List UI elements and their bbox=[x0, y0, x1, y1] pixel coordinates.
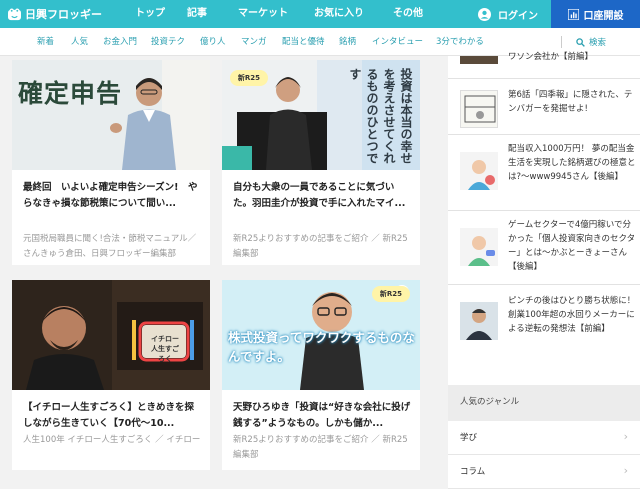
article-title[interactable]: 【イチロー人生すごろく】ときめきを探しながら生きていく【70代〜10... bbox=[23, 400, 203, 432]
top-nav-bar: 日興フロッギー トップ 記事 マーケット お気に入り その他 bbox=[0, 0, 640, 28]
divider bbox=[448, 210, 640, 211]
ranking-item-text: 配当収入1000万円！ 夢の配当金生活を実現した銘柄選びの極意とは?〜www99… bbox=[508, 144, 636, 182]
cat-dividend[interactable]: 配当と優待 bbox=[282, 28, 325, 56]
genre-label: 学び bbox=[460, 433, 478, 443]
article-thumbnail bbox=[460, 56, 498, 64]
article-thumbnail bbox=[460, 228, 498, 266]
article-thumbnail bbox=[460, 302, 498, 340]
nav-market[interactable]: マーケット bbox=[222, 0, 304, 28]
cat-money-intro[interactable]: お金入門 bbox=[103, 28, 137, 56]
ranking-item-text: ワソン会社か【前編】 bbox=[508, 52, 594, 62]
cat-stocks[interactable]: 銘柄 bbox=[339, 28, 356, 56]
login-label: ログイン bbox=[498, 10, 538, 22]
article-meta: 新R25よりおすすめの記事をご紹介 ／ 新R25編集部 bbox=[233, 234, 408, 259]
nav-divider bbox=[561, 36, 562, 48]
ranking-item[interactable]: ピンチの後はひとり勝ち状態に！ 創業100年超の水回りメーカーによる逆転の発想法… bbox=[448, 290, 640, 352]
ranking-item[interactable]: 第6話「四季報」に隠された、テンバガーを発掘せよ! bbox=[448, 84, 640, 144]
nav-favorites[interactable]: お気に入り bbox=[304, 0, 374, 28]
article-thumbnail: 新R25 株式投資ってワクワクするものなんですよ。 bbox=[222, 280, 420, 390]
cat-invest-tech[interactable]: 投資テク bbox=[151, 28, 185, 56]
article-meta: 人生100年 イチロー人生すごろく ／ イチロー bbox=[23, 435, 201, 445]
article-title[interactable]: 最終回 いよいよ確定申告シーズン! やらなきゃ損な節税策について間い... bbox=[23, 180, 203, 212]
frog-logo-icon bbox=[8, 8, 21, 20]
cat-manga[interactable]: マンガ bbox=[241, 28, 267, 56]
genre-section-header: 人気のジャンル bbox=[448, 385, 640, 421]
article-thumbnail: 新R25 投資は本当の幸せを考えさせてくれるもののひとつです bbox=[222, 60, 420, 170]
divider bbox=[448, 78, 640, 79]
cat-interview[interactable]: インタビュー bbox=[372, 28, 423, 56]
cat-3min[interactable]: 3分でわかる bbox=[436, 28, 484, 56]
cat-popular[interactable]: 人気 bbox=[71, 28, 88, 56]
new-r25-badge: 新R25 bbox=[230, 70, 268, 86]
ranking-item-text: ピンチの後はひとり勝ち状態に！ 創業100年超の水回りメーカーによる逆転の発想法… bbox=[508, 296, 636, 334]
open-account-button[interactable]: 口座開設 bbox=[551, 0, 640, 28]
article-thumbnail bbox=[460, 152, 498, 190]
account-label: 口座開設 bbox=[583, 10, 624, 22]
thumbnail-caption: イチロー人生すごろく bbox=[151, 335, 179, 363]
divider bbox=[448, 134, 640, 135]
chevron-right-icon: › bbox=[623, 464, 628, 477]
genre-item-column[interactable]: コラム › bbox=[448, 455, 640, 489]
article-meta: 元国税局職員に聞く!合法・節税マニュアル／さんきゅう倉田、日興フロッギー編集部 bbox=[23, 234, 197, 259]
thumbnail-caption: 投資は本当の幸せを考えさせてくれるもののひとつです bbox=[348, 68, 413, 164]
article-meta: 新R25よりおすすめの記事をご紹介 ／ 新R25編集部 bbox=[233, 435, 408, 460]
ranking-item[interactable]: ワソン会社か【前編】 bbox=[448, 52, 640, 74]
main-nav: トップ 記事 マーケット お気に入り その他 bbox=[128, 0, 442, 28]
cat-millionaire[interactable]: 億り人 bbox=[200, 28, 226, 56]
search-label: 検索 bbox=[589, 38, 607, 48]
article-card[interactable]: 新R25 投資は本当の幸せを考えさせてくれるもののひとつです 自分も大衆の一員で… bbox=[222, 60, 420, 265]
search-icon bbox=[576, 37, 585, 47]
nav-articles[interactable]: 記事 bbox=[172, 0, 222, 28]
article-card[interactable]: イチロー人生すごろく 【イチロー人生すごろく】ときめきを探しながら生きていく【7… bbox=[12, 280, 210, 470]
logo-text: 日興フロッギー bbox=[25, 8, 102, 21]
chart-bar-icon bbox=[567, 8, 579, 20]
ranking-item-text: ゲームセクターで4億円稼いで分かった「個人投資家向きのセクター」とは〜かぶとーき… bbox=[508, 220, 636, 272]
site-logo[interactable]: 日興フロッギー bbox=[0, 0, 128, 28]
genre-item-learning[interactable]: 学び › bbox=[448, 421, 640, 455]
nav-top[interactable]: トップ bbox=[128, 0, 172, 28]
thumbnail-caption: 確定申告 bbox=[18, 79, 123, 108]
article-thumbnail bbox=[460, 90, 498, 128]
cat-new[interactable]: 新着 bbox=[37, 28, 54, 56]
login-button[interactable]: ログイン bbox=[478, 0, 538, 28]
article-thumbnail: イチロー人生すごろく bbox=[12, 280, 210, 390]
thumbnail-caption: 株式投資ってワクワクするものなんですよ。 bbox=[228, 330, 415, 364]
new-r25-badge: 新R25 bbox=[372, 286, 410, 302]
article-card[interactable]: 確定申告 最終回 いよいよ確定申告シーズン! やらなきゃ損な節税策について間い.… bbox=[12, 60, 210, 265]
ranking-item-text: 第6話「四季報」に隠された、テンバガーを発掘せよ! bbox=[508, 90, 633, 114]
article-title[interactable]: 自分も大衆の一員であることに気づいた。羽田圭介が投資で手に入れたマイ... bbox=[233, 180, 413, 212]
user-icon bbox=[478, 7, 491, 21]
ranking-item[interactable]: 配当収入1000万円！ 夢の配当金生活を実現した銘柄選びの極意とは?〜www99… bbox=[448, 140, 640, 202]
genre-label: コラム bbox=[460, 467, 486, 477]
divider bbox=[448, 284, 640, 285]
article-title[interactable]: 天野ひろゆき「投資は“好きな会社に投げ銭する”ようなもの。しかも儲か... bbox=[233, 400, 413, 432]
nav-others[interactable]: その他 bbox=[374, 0, 442, 28]
genre-section-title: 人気のジャンル bbox=[460, 397, 520, 407]
article-thumbnail: 確定申告 bbox=[12, 60, 210, 170]
ranking-item[interactable]: ゲームセクターで4億円稼いで分かった「個人投資家向きのセクター」とは〜かぶとーき… bbox=[448, 216, 640, 278]
chevron-right-icon: › bbox=[623, 430, 628, 443]
article-card[interactable]: 新R25 株式投資ってワクワクするものなんですよ。 天野ひろゆき「投資は“好きな… bbox=[222, 280, 420, 470]
